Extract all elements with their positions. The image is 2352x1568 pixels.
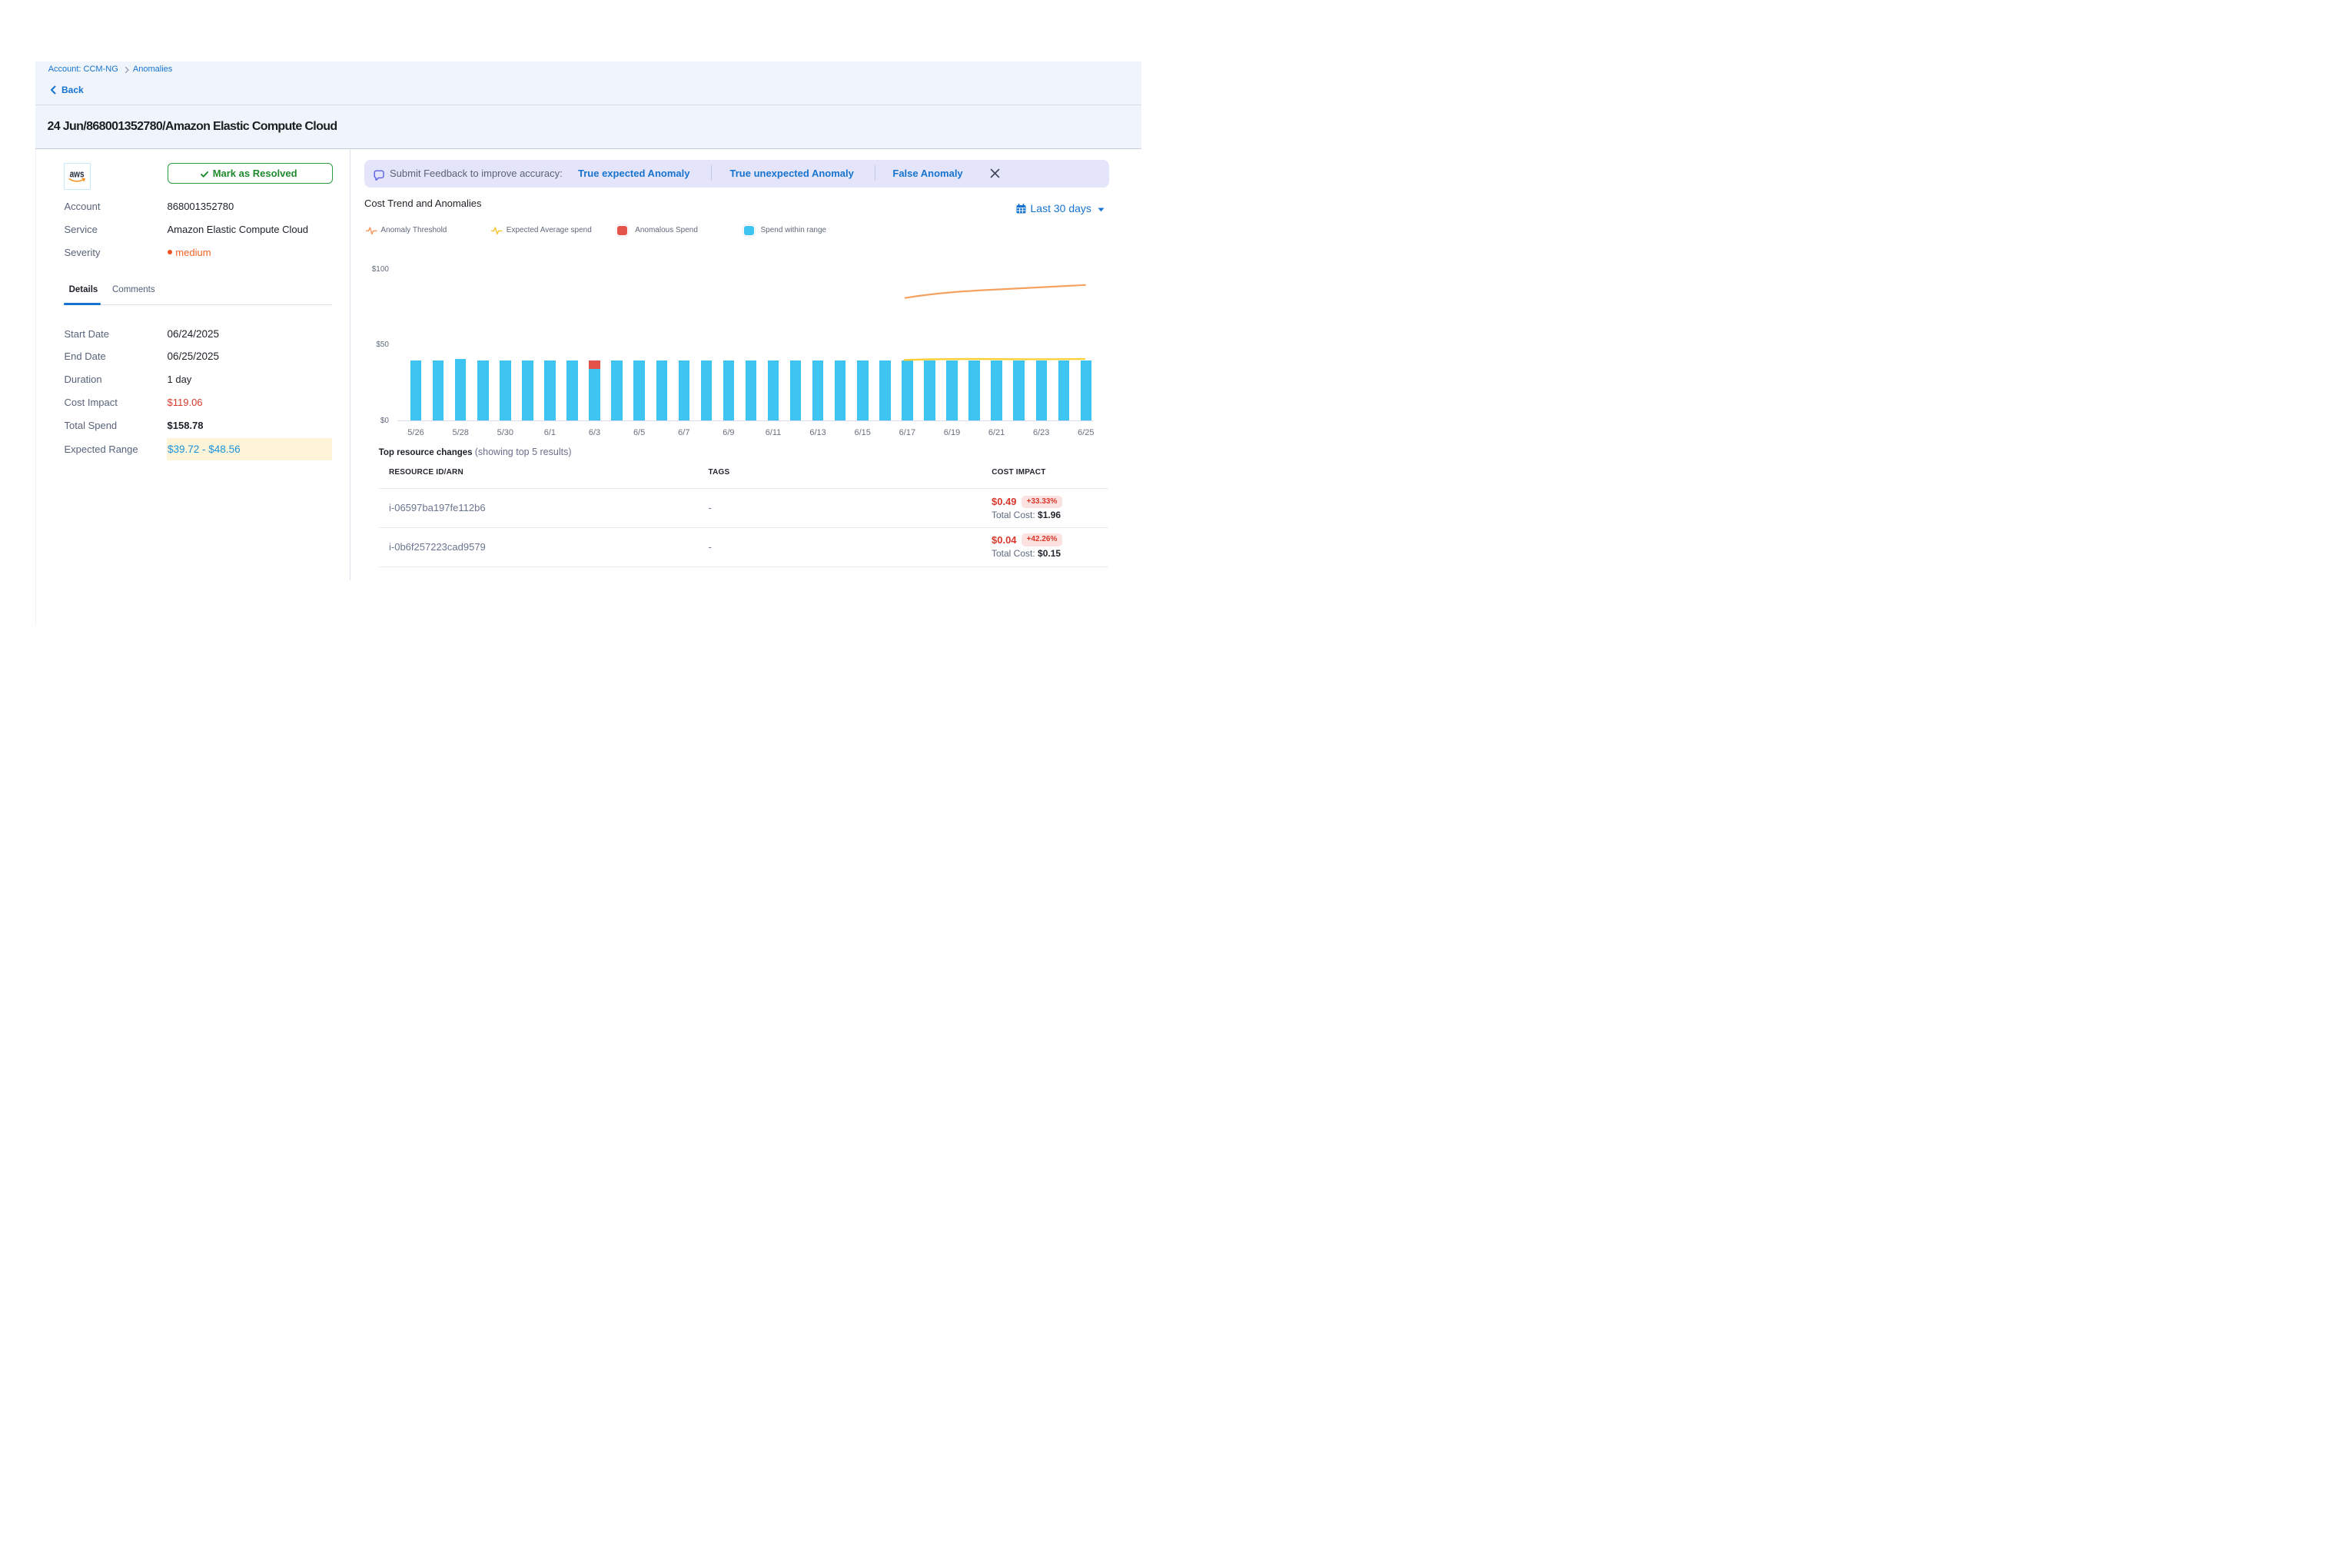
svg-text:aws: aws (70, 168, 85, 179)
